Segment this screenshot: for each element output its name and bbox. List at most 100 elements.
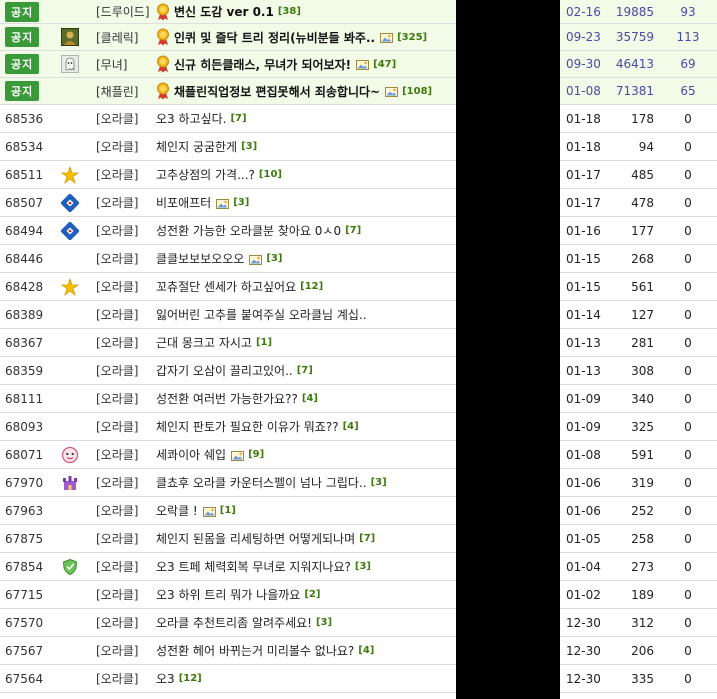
post-title-link[interactable]: 성전환 여러번 가능한가요??: [156, 390, 298, 407]
comment-count[interactable]: [3]: [233, 197, 249, 208]
post-date: 01-15: [566, 251, 601, 266]
post-views: 178: [631, 111, 654, 126]
post-title-wrap: 신규 히든클래스, 무녀가 되어보자! [47]: [156, 55, 396, 73]
post-title-link[interactable]: 클클보보보오오오: [156, 250, 244, 267]
comment-count[interactable]: [38]: [278, 6, 301, 17]
post-views: 35759: [615, 30, 654, 44]
post-title-wrap: 체인지 된몸을 리세팅하면 어떻게되나며 [7]: [156, 530, 375, 547]
post-views: 71381: [615, 84, 654, 98]
comment-count[interactable]: [4]: [343, 421, 359, 432]
post-title-link[interactable]: 오락클 !: [156, 502, 198, 519]
post-title-cell: 오라클 추천트리좀 알려주세요! [3]: [156, 609, 456, 636]
post-title-link[interactable]: 비포애프터: [156, 194, 211, 211]
post-views: 591: [631, 447, 654, 462]
comment-count[interactable]: [9]: [248, 449, 264, 460]
post-title-link[interactable]: 세콰이아 쉐입: [156, 446, 226, 463]
comment-count[interactable]: [12]: [300, 281, 323, 292]
post-date: 01-13: [566, 363, 601, 378]
comment-count[interactable]: [3]: [371, 477, 387, 488]
post-views: 312: [631, 615, 654, 630]
comment-count[interactable]: [7]: [345, 225, 361, 236]
post-title-link[interactable]: 변신 도감 ver 0.1: [174, 3, 274, 20]
author-icon-cell: [56, 301, 84, 328]
post-date: 01-15: [566, 279, 601, 294]
comment-count[interactable]: [7]: [297, 365, 313, 376]
comment-count[interactable]: [7]: [359, 533, 375, 544]
comment-count[interactable]: [7]: [230, 113, 246, 124]
author-icon-cell: [56, 441, 84, 468]
post-title-wrap: 체인지 판토가 필요한 이유가 뭐죠?? [4]: [156, 418, 359, 435]
post-recommend-count: 0: [684, 279, 692, 294]
comment-count[interactable]: [47]: [373, 59, 396, 70]
post-title-link[interactable]: 오3: [156, 670, 175, 687]
post-title-cell: 성전환 여러번 가능한가요?? [4]: [156, 385, 456, 412]
post-recommend-count: 0: [684, 503, 692, 518]
post-date: 12-30: [566, 643, 601, 658]
post-title-link[interactable]: 꼬츄절단 센세가 하고싶어요: [156, 278, 296, 295]
table-row: 67970 [오라클] 클쵸후 오라클 카운터스펠이 넘나 그립다.. [3] 01-0…: [0, 469, 717, 497]
author-icon-cell: [56, 469, 84, 496]
post-title-link[interactable]: 인퀴 및 즐닥 트리 정리(뉴비분들 봐주..: [174, 29, 375, 46]
post-number: 67963: [5, 503, 44, 518]
comment-count[interactable]: [4]: [358, 645, 374, 656]
author-icon-cell: [56, 217, 84, 244]
comment-count[interactable]: [12]: [179, 673, 202, 684]
post-title-link[interactable]: 체인지 된몸을 리세팅하면 어떻게되나며: [156, 530, 355, 547]
post-views: 319: [631, 475, 654, 490]
comment-count[interactable]: [3]: [241, 141, 257, 152]
notice-badge: 공지: [5, 27, 40, 47]
post-views: 281: [631, 335, 654, 350]
star-icon: [61, 165, 79, 184]
post-title-link[interactable]: 잃어버린 고추를 붙여주실 오라클님 계십..: [156, 306, 367, 323]
post-title-cell: 클쵸후 오라클 카운터스펠이 넘나 그립다.. [3]: [156, 469, 456, 496]
comment-count[interactable]: [10]: [259, 169, 282, 180]
post-views: 478: [631, 195, 654, 210]
post-title-link[interactable]: 오3 하위 트리 뭐가 나을까요: [156, 586, 300, 603]
comment-count[interactable]: [1]: [220, 505, 236, 516]
post-title-link[interactable]: 갑자기 오삼이 끌리고있어..: [156, 362, 293, 379]
comment-count[interactable]: [325]: [397, 32, 427, 43]
post-title-link[interactable]: 체인지 궁굼한게: [156, 138, 237, 155]
comment-count[interactable]: [108]: [402, 86, 432, 97]
post-title-wrap: 오라클 추천트리좀 알려주세요! [3]: [156, 614, 332, 631]
post-title-cell: 클클보보보오오오 [3]: [156, 245, 456, 272]
post-views: 189: [631, 587, 654, 602]
comment-count[interactable]: [3]: [266, 253, 282, 264]
medal-icon: [156, 82, 170, 100]
post-title-link[interactable]: 채플린직업정보 편집못해서 죄송합니다~: [174, 83, 380, 100]
comment-count[interactable]: [4]: [302, 393, 318, 404]
post-recommend-count: 0: [684, 251, 692, 266]
post-title-link[interactable]: 클쵸후 오라클 카운터스펠이 넘나 그립다..: [156, 474, 367, 491]
post-date: 01-14: [566, 307, 601, 322]
comment-count[interactable]: [2]: [304, 589, 320, 600]
table-row: 68446 [오라클] 클클보보보오오오 [3] 01-15 268 0: [0, 245, 717, 273]
post-title-link[interactable]: 체인지 판토가 필요한 이유가 뭐죠??: [156, 418, 339, 435]
star-icon: [61, 277, 79, 296]
avatar-portrait-icon: [61, 28, 79, 46]
post-title-link[interactable]: 오3 하고싶다.: [156, 110, 226, 127]
post-title-link[interactable]: 고추상점의 가격...?: [156, 166, 255, 183]
post-date: 01-05: [566, 531, 601, 546]
post-title-link[interactable]: 근대 몽크고 자시고: [156, 334, 252, 351]
medal-icon: [156, 28, 170, 46]
comment-count[interactable]: [3]: [316, 617, 332, 628]
author-icon-cell: [56, 581, 84, 608]
post-date: 01-16: [566, 223, 601, 238]
post-title-cell: 오3 하위 트리 뭐가 나을까요 [2]: [156, 581, 456, 608]
comment-count[interactable]: [1]: [256, 337, 272, 348]
post-title-link[interactable]: 성전환 가능한 오라클분 찾아요 0ㅅ0: [156, 222, 341, 239]
post-title-link[interactable]: 오3 트페 체력회복 무녀로 지워지나요?: [156, 558, 351, 575]
comment-count[interactable]: [3]: [355, 561, 371, 572]
post-views: 268: [631, 251, 654, 266]
post-views: 273: [631, 559, 654, 574]
post-title-link[interactable]: 신규 히든클래스, 무녀가 되어보자!: [174, 56, 351, 73]
post-title-link[interactable]: 성전환 헤어 바뀌는거 미리볼수 없나요?: [156, 642, 354, 659]
post-number: 68389: [5, 307, 44, 322]
author-icon-cell: [56, 413, 84, 440]
post-date: 01-18: [566, 111, 601, 126]
post-recommend-count: 0: [684, 447, 692, 462]
table-row: 67567 [오라클] 성전환 헤어 바뀌는거 미리볼수 없나요? [4] 12-30 2…: [0, 637, 717, 665]
post-recommend-count: 0: [684, 167, 692, 182]
post-title-wrap: 클쵸후 오라클 카운터스펠이 넘나 그립다.. [3]: [156, 474, 387, 491]
post-title-link[interactable]: 오라클 추천트리좀 알려주세요!: [156, 614, 312, 631]
